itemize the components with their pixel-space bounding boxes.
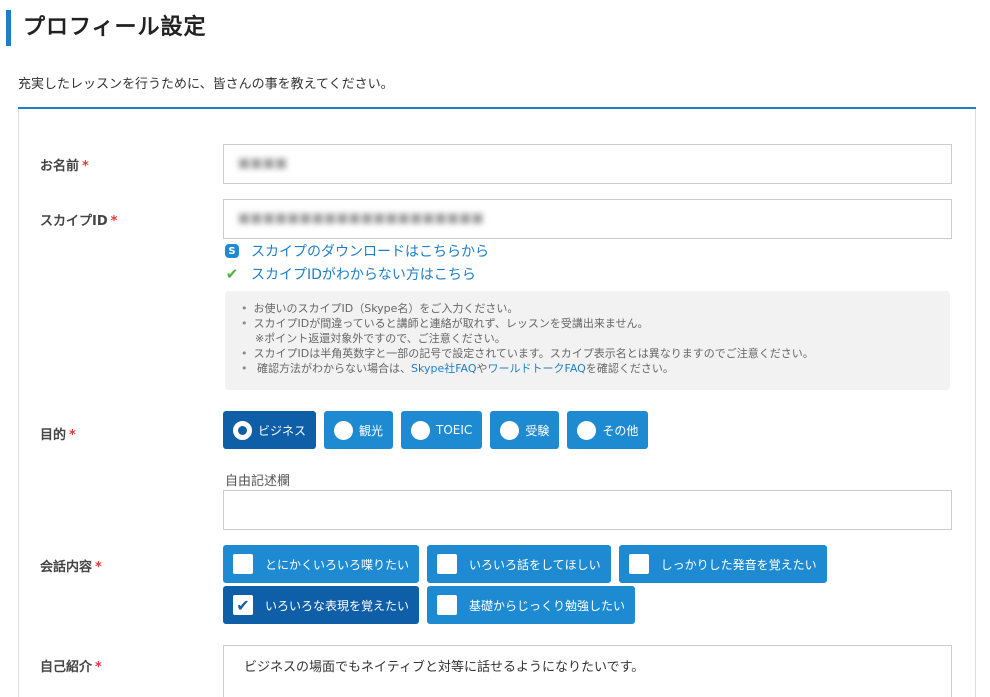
- note-item: スカイプIDは半角英数字と一部の記号で設定されています。スカイプ表示名とは異なり…: [241, 346, 934, 361]
- checkbox-checked-icon: ✔: [233, 595, 253, 615]
- conversation-option-expressions[interactable]: ✔ いろいろな表現を覚えたい: [223, 586, 420, 624]
- purpose-options: ビジネス 観光 TOEIC 受験 その他: [223, 411, 656, 449]
- name-input[interactable]: ■■■■: [223, 144, 952, 184]
- required-mark: *: [82, 159, 89, 174]
- conversation-options-row1: とにかくいろいろ喋りたい いろいろ話をしてほしい しっかりした発音を覚えたい: [223, 545, 835, 583]
- required-mark: *: [95, 560, 102, 575]
- required-mark: *: [95, 660, 102, 675]
- required-mark: *: [110, 214, 118, 229]
- name-label: お名前 *: [40, 159, 89, 174]
- intro-text: 充実したレッスンを行うために、皆さんの事を教えてください。: [18, 77, 394, 92]
- worldtalk-faq-link[interactable]: ワールドトークFAQ: [488, 362, 586, 375]
- skype-id-help-text: スカイプIDがわからない方はこちら: [251, 267, 476, 283]
- note-item: 確認方法がわからない場合は、Skype社FAQやワールドトークFAQを確認くださ…: [241, 361, 934, 376]
- required-mark: *: [69, 428, 76, 443]
- radio-icon: [577, 420, 597, 440]
- conversation-options-row2: ✔ いろいろな表現を覚えたい 基礎からじっくり勉強したい: [223, 586, 643, 624]
- purpose-option-exam[interactable]: 受験: [490, 411, 560, 449]
- skype-notes-box: お使いのスカイプID（Skype名）をご入力ください。 スカイプIDが間違ってい…: [225, 291, 950, 390]
- conversation-option-teacher-talk[interactable]: いろいろ話をしてほしい: [427, 545, 611, 583]
- page-header: プロフィール設定: [6, 10, 976, 46]
- radio-selected-icon: [233, 420, 252, 440]
- checkbox-icon: [437, 595, 458, 615]
- skype-id-input[interactable]: ■■■■■■■■■■■■■■■■■■■■: [223, 199, 952, 239]
- note-item: スカイプIDが間違っていると講師と連絡が取れず、レッスンを受講出来ません。: [241, 316, 934, 331]
- self-intro-label: 自己紹介 *: [40, 660, 102, 675]
- radio-icon: [411, 420, 431, 440]
- purpose-option-sightseeing[interactable]: 観光: [324, 411, 394, 449]
- radio-icon: [500, 420, 520, 440]
- skype-download-text: スカイプのダウンロードはこちらから: [251, 244, 489, 260]
- skype-id-value: ■■■■■■■■■■■■■■■■■■■■: [238, 211, 484, 226]
- conversation-option-chat-freely[interactable]: とにかくいろいろ喋りたい: [223, 545, 420, 583]
- skype-id-label: スカイプID *: [40, 214, 118, 229]
- checkbox-icon: [233, 554, 253, 574]
- skype-faq-link[interactable]: Skype社FAQ: [411, 362, 477, 375]
- skype-icon: S: [225, 244, 239, 258]
- skype-download-link[interactable]: S スカイプのダウンロードはこちらから: [225, 241, 489, 261]
- conversation-option-basics[interactable]: 基礎からじっくり勉強したい: [427, 586, 636, 624]
- purpose-option-toeic[interactable]: TOEIC: [401, 411, 483, 449]
- purpose-label: 目的 *: [40, 428, 76, 443]
- radio-icon: [334, 420, 354, 440]
- conversation-option-pronunciation[interactable]: しっかりした発音を覚えたい: [618, 545, 827, 583]
- purpose-option-other[interactable]: その他: [567, 411, 649, 449]
- note-item: お使いのスカイプID（Skype名）をご入力ください。: [241, 301, 934, 316]
- page-title: プロフィール設定: [23, 15, 207, 40]
- free-text-label: 自由記述欄: [225, 474, 291, 489]
- checkbox-icon: [437, 554, 458, 574]
- self-intro-value: ビジネスの場面でもネイティブと対等に話せるようになりたいです。: [244, 660, 645, 675]
- conversation-label: 会話内容 *: [40, 560, 102, 575]
- checkbox-icon: [628, 554, 649, 574]
- name-value: ■■■■: [238, 156, 288, 171]
- free-text-input[interactable]: [223, 490, 952, 530]
- check-icon: ✔: [225, 265, 239, 283]
- self-intro-textarea[interactable]: ビジネスの場面でもネイティブと対等に話せるようになりたいです。: [223, 645, 952, 697]
- skype-id-help-link[interactable]: ✔ スカイプIDがわからない方はこちら: [225, 264, 476, 284]
- purpose-option-business[interactable]: ビジネス: [223, 411, 317, 449]
- note-item: ※ポイント返還対象外ですので、ご注意ください。: [255, 332, 506, 345]
